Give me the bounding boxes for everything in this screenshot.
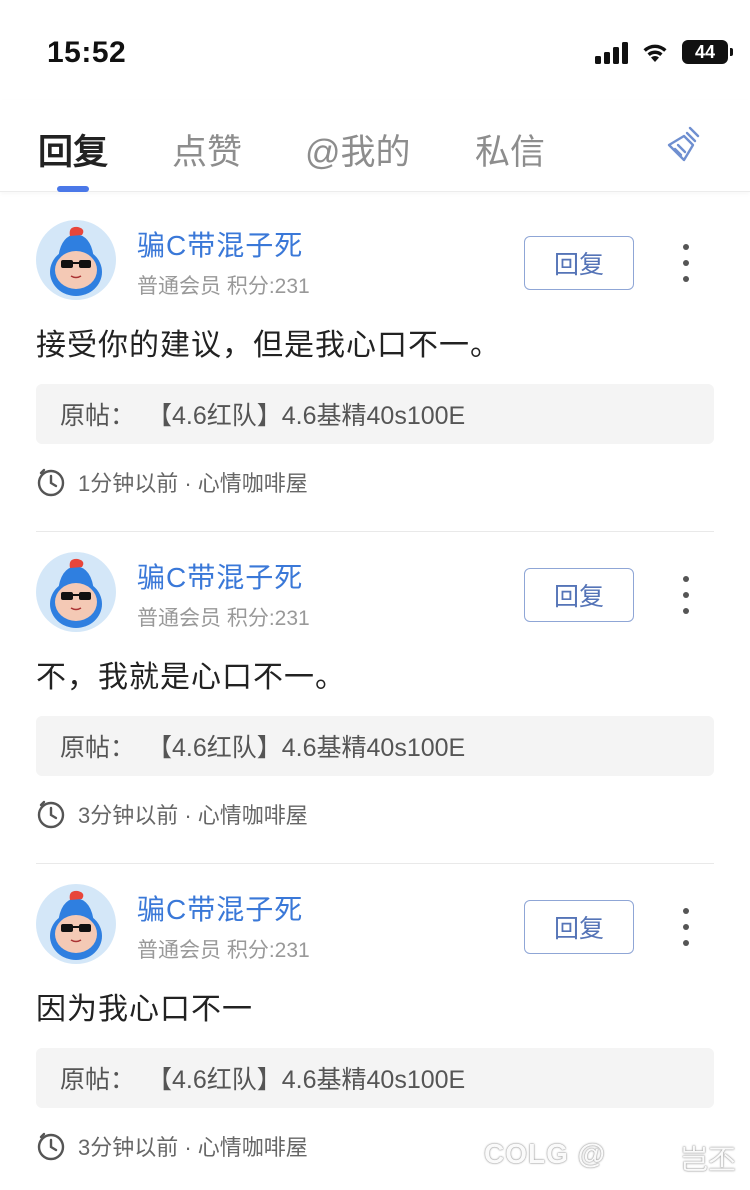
watermark-right: 岂丕: [680, 1144, 737, 1175]
clock-icon: [37, 1132, 65, 1161]
username[interactable]: 骗C带混子死: [137, 224, 303, 264]
reply-footer: 1分钟以前 · 心情咖啡屋: [36, 466, 308, 498]
reply-footer: 3分钟以前 · 心情咖啡屋: [36, 798, 308, 830]
tab-mentions[interactable]: @我的: [305, 124, 411, 175]
reply-item: 骗C带混子死 普通会员 积分:231 回复 接受你的建议，但是我心口不一。 原帖…: [36, 200, 714, 532]
cellular-signal-icon: [595, 40, 628, 64]
avatar[interactable]: [36, 552, 116, 632]
reply-button[interactable]: 回复: [524, 236, 634, 290]
reply-content: 不，我就是心口不一。: [36, 661, 346, 694]
notification-tabs: 回复 点赞 @我的 私信: [0, 100, 750, 192]
origin-title: 【4.6红队】4.6基精40s100E: [147, 1066, 466, 1094]
username[interactable]: 骗C带混子死: [137, 888, 303, 928]
reply-button[interactable]: 回复: [524, 900, 634, 954]
original-post-link[interactable]: 原帖： 【4.6红队】4.6基精40s100E: [36, 716, 714, 776]
original-post-link[interactable]: 原帖： 【4.6红队】4.6基精40s100E: [36, 1048, 714, 1108]
reply-content: 接受你的建议，但是我心口不一。: [36, 329, 501, 362]
member-meta: 普通会员 积分:231: [137, 275, 310, 298]
more-options-icon[interactable]: [672, 904, 700, 950]
avatar[interactable]: [36, 884, 116, 964]
clear-broom-icon[interactable]: [664, 124, 706, 166]
clock-icon: [37, 800, 65, 829]
wifi-icon: [643, 44, 667, 62]
origin-label: 原帖：: [60, 734, 136, 762]
reply-content: 因为我心口不一: [36, 993, 253, 1026]
reply-item: 骗C带混子死 普通会员 积分:231 回复 不，我就是心口不一。 原帖： 【4.…: [36, 532, 714, 864]
original-post-link[interactable]: 原帖： 【4.6红队】4.6基精40s100E: [36, 384, 714, 444]
status-icons: 44: [595, 40, 733, 64]
timestamp-forum: 1分钟以前 · 心情咖啡屋: [78, 471, 308, 496]
more-options-icon[interactable]: [672, 572, 700, 618]
tab-messages[interactable]: 私信: [475, 124, 545, 175]
origin-label: 原帖：: [60, 402, 136, 430]
reply-item: 骗C带混子死 普通会员 积分:231 回复 因为我心口不一 原帖： 【4.6红队…: [36, 864, 714, 1190]
timestamp-forum: 3分钟以前 · 心情咖啡屋: [78, 803, 308, 828]
member-meta: 普通会员 积分:231: [137, 607, 310, 630]
timestamp-forum: 3分钟以前 · 心情咖啡屋: [78, 1135, 308, 1160]
reply-button[interactable]: 回复: [524, 568, 634, 622]
avatar[interactable]: [36, 220, 116, 300]
tab-reply[interactable]: 回复: [38, 124, 108, 175]
reply-footer: 3分钟以前 · 心情咖啡屋: [36, 1130, 308, 1162]
status-bar: 15:52 44: [0, 0, 750, 100]
watermark: COLG @: [484, 1138, 606, 1169]
status-time: 15:52: [47, 36, 127, 69]
origin-label: 原帖：: [60, 1066, 136, 1094]
origin-title: 【4.6红队】4.6基精40s100E: [147, 402, 466, 430]
more-options-icon[interactable]: [672, 240, 700, 286]
origin-title: 【4.6红队】4.6基精40s100E: [147, 734, 466, 762]
username[interactable]: 骗C带混子死: [137, 556, 303, 596]
tab-likes[interactable]: 点赞: [172, 124, 242, 175]
active-tab-indicator: [57, 186, 89, 192]
member-meta: 普通会员 积分:231: [137, 939, 310, 962]
clock-icon: [37, 468, 65, 497]
battery-icon: 44: [682, 40, 733, 64]
